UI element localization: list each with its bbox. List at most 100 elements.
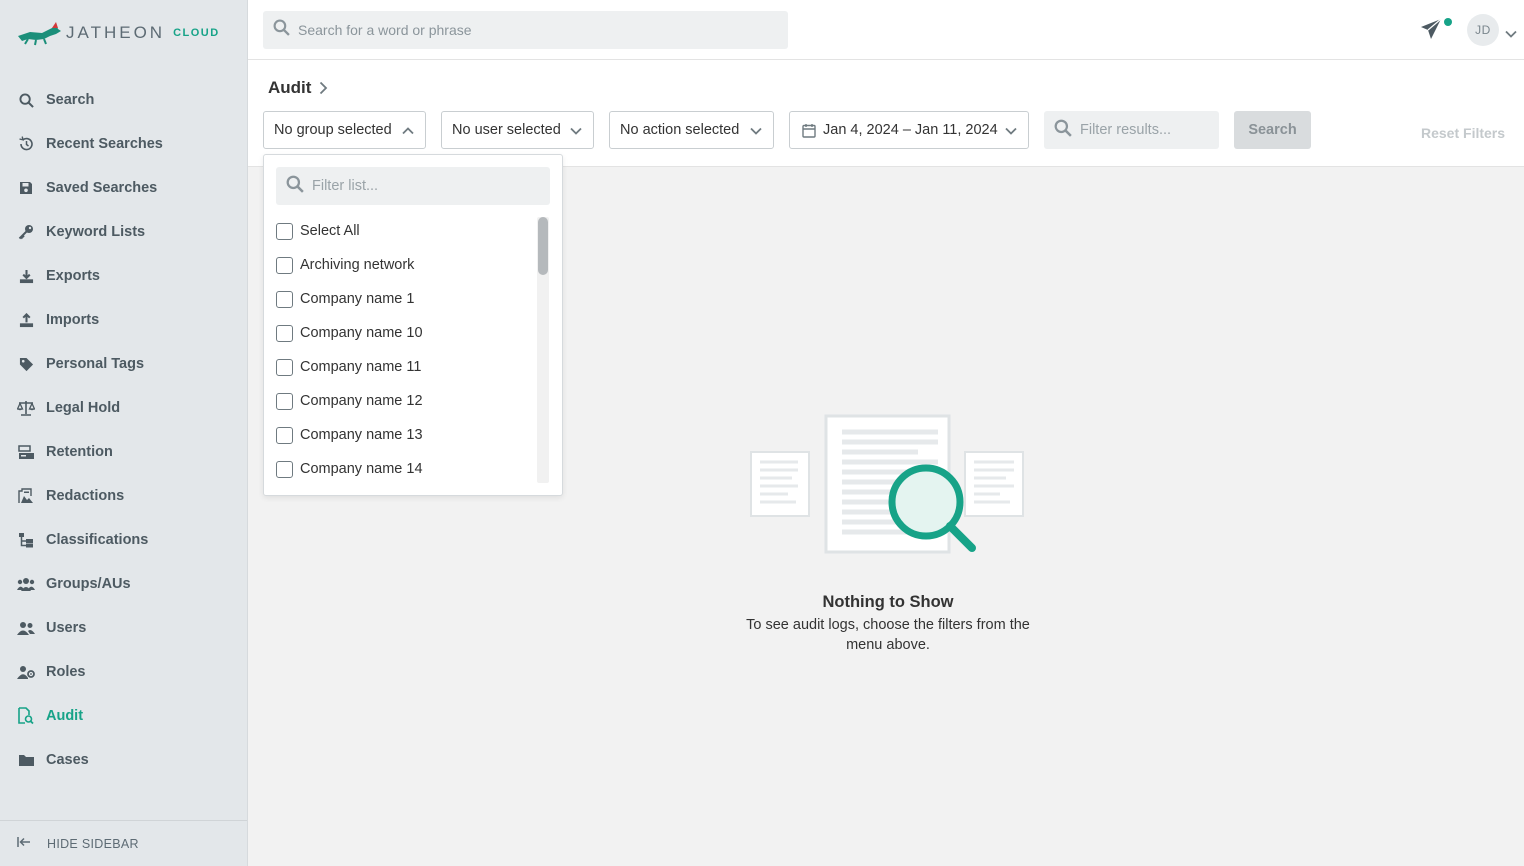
sidebar-item-label: Recent Searches bbox=[46, 136, 163, 152]
tree-icon bbox=[17, 531, 35, 549]
sidebar-item-label: Audit bbox=[46, 708, 84, 724]
save-icon bbox=[17, 179, 35, 197]
checkbox[interactable] bbox=[276, 426, 293, 444]
sidebar-item-label: Exports bbox=[46, 268, 100, 284]
sidebar-item-label: Imports bbox=[46, 312, 100, 328]
filter-list-input[interactable] bbox=[312, 178, 542, 194]
sidebar-item-recent-searches[interactable]: Recent Searches bbox=[0, 122, 247, 166]
sidebar-item-label: Users bbox=[46, 620, 87, 636]
sidebar-item-roles[interactable]: Roles bbox=[0, 650, 247, 694]
list-item[interactable]: Company name 11 bbox=[276, 350, 534, 384]
tag-icon bbox=[17, 355, 35, 373]
calendar-icon bbox=[802, 123, 816, 138]
sidebar-item-cases[interactable]: Cases bbox=[0, 738, 247, 782]
notification-dot bbox=[1444, 18, 1452, 26]
folder-icon bbox=[17, 751, 35, 769]
search-icon bbox=[17, 91, 35, 109]
brand-suffix: CLOUD bbox=[173, 27, 220, 39]
checkbox[interactable] bbox=[276, 222, 293, 240]
sidebar-item-saved-searches[interactable]: Saved Searches bbox=[0, 166, 247, 210]
checkbox[interactable] bbox=[276, 460, 293, 478]
sidebar-item-label: Redactions bbox=[46, 488, 125, 504]
sidebar-item-audit[interactable]: Audit bbox=[0, 694, 247, 738]
group-select[interactable]: No group selected bbox=[263, 111, 426, 149]
user-select-value: No user selected bbox=[452, 122, 561, 138]
archive-icon bbox=[17, 443, 35, 461]
sidebar-item-classifications[interactable]: Classifications bbox=[0, 518, 247, 562]
fox-logo-icon bbox=[18, 22, 61, 46]
sidebar-item-label: Groups/AUs bbox=[46, 576, 131, 592]
users-icon bbox=[17, 619, 35, 637]
sidebar-item-groups-aus[interactable]: Groups/AUs bbox=[0, 562, 247, 606]
upload-icon bbox=[17, 311, 35, 329]
list-item[interactable]: Company name 12 bbox=[276, 384, 534, 418]
page-title[interactable]: Audit bbox=[268, 78, 311, 98]
option-label: Company name 13 bbox=[300, 427, 423, 443]
filter-results-input[interactable] bbox=[1080, 122, 1210, 138]
checkbox[interactable] bbox=[276, 358, 293, 376]
collapse-left-icon bbox=[17, 835, 31, 853]
hide-sidebar-label: HIDE SIDEBAR bbox=[47, 836, 139, 851]
checkbox[interactable] bbox=[276, 392, 293, 410]
breadcrumb: Audit bbox=[268, 78, 328, 98]
send-plane-icon[interactable] bbox=[1420, 18, 1442, 45]
sidebar-item-legal-hold[interactable]: Legal Hold bbox=[0, 386, 247, 430]
sidebar-item-exports[interactable]: Exports bbox=[0, 254, 247, 298]
list-item[interactable]: Archiving network bbox=[276, 248, 534, 282]
sidebar-item-search[interactable]: Search bbox=[0, 78, 247, 122]
checkbox[interactable] bbox=[276, 256, 293, 274]
reset-filters-button[interactable]: Reset Filters bbox=[1421, 125, 1505, 141]
empty-documents-illustration bbox=[750, 414, 1024, 554]
option-label: Company name 1 bbox=[300, 291, 415, 307]
sidebar-item-imports[interactable]: Imports bbox=[0, 298, 247, 342]
chevron-down-icon[interactable] bbox=[1505, 25, 1517, 43]
sidebar-item-redactions[interactable]: Redactions bbox=[0, 474, 247, 518]
group-dropdown-panel: Select All Archiving network Company nam… bbox=[263, 154, 563, 496]
option-label: Archiving network bbox=[300, 257, 415, 273]
hide-sidebar-button[interactable]: HIDE SIDEBAR bbox=[0, 820, 247, 866]
list-item[interactable]: Company name 14 bbox=[276, 452, 534, 486]
history-icon bbox=[17, 135, 35, 153]
sidebar-nav: Search Recent Searches Saved Searches Ke… bbox=[0, 78, 247, 782]
filter-list-field[interactable] bbox=[276, 167, 550, 205]
sidebar-item-label: Classifications bbox=[46, 532, 149, 548]
sidebar-item-label: Roles bbox=[46, 664, 86, 680]
user-select[interactable]: No user selected bbox=[441, 111, 594, 149]
redact-icon bbox=[17, 487, 35, 505]
sidebar-item-keyword-lists[interactable]: Keyword Lists bbox=[0, 210, 247, 254]
scrollbar-thumb[interactable] bbox=[538, 217, 548, 275]
filter-results-field[interactable] bbox=[1044, 111, 1219, 149]
option-label: Company name 14 bbox=[300, 461, 423, 477]
sidebar-item-label: Search bbox=[46, 92, 95, 108]
search-icon bbox=[1054, 119, 1072, 142]
avatar[interactable]: JD bbox=[1467, 14, 1499, 46]
search-button[interactable]: Search bbox=[1234, 111, 1311, 149]
list-item[interactable]: Company name 1 bbox=[276, 282, 534, 316]
group-select-value: No group selected bbox=[274, 122, 392, 138]
list-item[interactable]: Company name 10 bbox=[276, 316, 534, 350]
global-search-input[interactable] bbox=[298, 22, 778, 38]
option-label: Select All bbox=[300, 223, 360, 239]
sidebar-item-users[interactable]: Users bbox=[0, 606, 247, 650]
chevron-down-icon bbox=[1005, 127, 1017, 135]
date-range-picker[interactable]: Jan 4, 2024 – Jan 11, 2024 bbox=[789, 111, 1029, 149]
list-item[interactable]: Company name 13 bbox=[276, 418, 534, 452]
option-label: Company name 10 bbox=[300, 325, 423, 341]
action-select[interactable]: No action selected bbox=[609, 111, 774, 149]
key-icon bbox=[17, 223, 35, 241]
sidebar-item-retention[interactable]: Retention bbox=[0, 430, 247, 474]
sidebar-item-label: Keyword Lists bbox=[46, 224, 146, 240]
jatheon-logo[interactable]: JATHEON CLOUD bbox=[16, 18, 220, 48]
option-select-all[interactable]: Select All bbox=[276, 214, 534, 248]
topbar: JD bbox=[248, 0, 1524, 60]
action-select-value: No action selected bbox=[620, 122, 740, 138]
roles-icon bbox=[17, 663, 35, 681]
sidebar-item-personal-tags[interactable]: Personal Tags bbox=[0, 342, 247, 386]
brand-name: JATHEON bbox=[66, 23, 166, 42]
checkbox[interactable] bbox=[276, 324, 293, 342]
chevron-down-icon bbox=[750, 127, 762, 135]
empty-state-title: Nothing to Show bbox=[822, 593, 954, 611]
global-search-bar[interactable] bbox=[263, 11, 788, 49]
checkbox[interactable] bbox=[276, 290, 293, 308]
sidebar-item-label: Cases bbox=[46, 752, 89, 768]
